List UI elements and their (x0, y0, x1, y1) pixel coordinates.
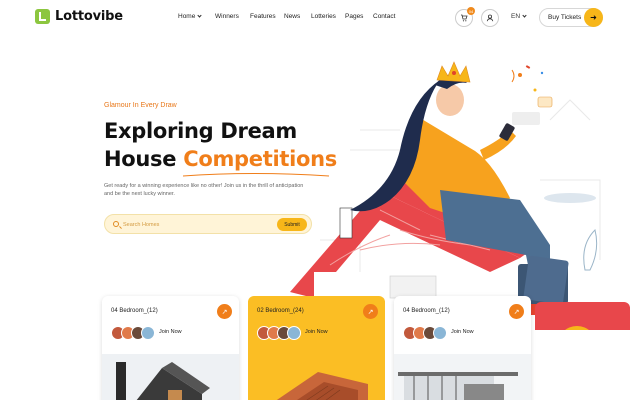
avatar-group (403, 326, 447, 340)
hero-title: Exploring Dream House Competitions (104, 117, 337, 173)
arrow-up-right-icon[interactable]: ↗ (217, 304, 232, 319)
nav-item-lotteries[interactable]: Lotteries (311, 13, 345, 20)
brand-name: Lottovibe (55, 9, 123, 24)
site-header: Lottovibe Home Winners Features News Lot… (0, 0, 636, 36)
search-icon (113, 221, 119, 227)
arrow-up-right-icon[interactable]: ↗ (509, 304, 524, 319)
cart-icon (461, 14, 468, 22)
avatar-group (111, 326, 155, 340)
house-image (102, 354, 239, 400)
cart-button[interactable]: 04 (455, 7, 475, 27)
competition-card[interactable]: 04 Bedroom_(12) ↗ Join Now (394, 296, 531, 400)
avatar (433, 326, 447, 340)
hero-illustration: $ (290, 61, 630, 330)
main-nav: Home Winners Features News Lotteries Pag… (178, 13, 403, 20)
arrow-right-icon: ➜ (584, 8, 603, 27)
title-underline (182, 173, 330, 177)
arrow-up-right-icon[interactable]: ↗ (363, 304, 378, 319)
avatar-group (257, 326, 301, 340)
cart-count-badge: 04 (467, 7, 475, 15)
submit-button[interactable]: Submit (277, 218, 307, 231)
avatar (141, 326, 155, 340)
logo-icon (35, 9, 50, 24)
join-now-link[interactable]: Join Now (451, 329, 474, 335)
logo[interactable]: Lottovibe (35, 9, 123, 24)
buy-tickets-button[interactable]: Buy Tickets ➜ (539, 8, 603, 27)
house-image (394, 354, 531, 400)
card-title: 02 Bedroom_(24) (257, 308, 304, 314)
join-now-link[interactable]: Join Now (305, 329, 328, 335)
nav-item-label: Home (178, 13, 196, 20)
card-title: 04 Bedroom_(12) (403, 308, 450, 314)
search-input[interactable] (123, 218, 273, 232)
competition-card[interactable]: 02 Bedroom_(24) ↗ Join Now (248, 296, 385, 400)
user-icon (486, 14, 494, 22)
nav-item-news[interactable]: News (284, 13, 311, 20)
nav-item-features[interactable]: Features (250, 13, 284, 20)
language-label: EN (511, 13, 521, 20)
avatar (287, 326, 301, 340)
join-now-link[interactable]: Join Now (159, 329, 182, 335)
hero-title-line1: Exploring Dream (104, 119, 297, 143)
nav-item-contact[interactable]: Contact (373, 13, 403, 20)
house-image (248, 354, 385, 400)
card-title: 04 Bedroom_(12) (111, 308, 158, 314)
hero-description: Get ready for a winning experience like … (104, 183, 304, 197)
competition-card[interactable]: 04 Bedroom_(12) ↗ Join Now (102, 296, 239, 400)
language-select[interactable]: EN (511, 13, 527, 20)
hero-title-accent: Competitions (183, 147, 337, 171)
hero-title-line2: House Competitions (104, 145, 337, 173)
nav-item-pages[interactable]: Pages (345, 13, 373, 20)
chevron-down-icon (522, 13, 527, 18)
account-button[interactable] (481, 9, 499, 27)
search-bar: Submit (104, 214, 312, 234)
nav-item-home[interactable]: Home (178, 13, 215, 20)
nav-item-winners[interactable]: Winners (215, 13, 250, 20)
hero-title-word: House (104, 147, 177, 171)
chevron-down-icon (197, 13, 202, 18)
hero-tagline: Glamour In Every Draw (104, 102, 177, 109)
buy-tickets-label: Buy Tickets (548, 14, 582, 21)
